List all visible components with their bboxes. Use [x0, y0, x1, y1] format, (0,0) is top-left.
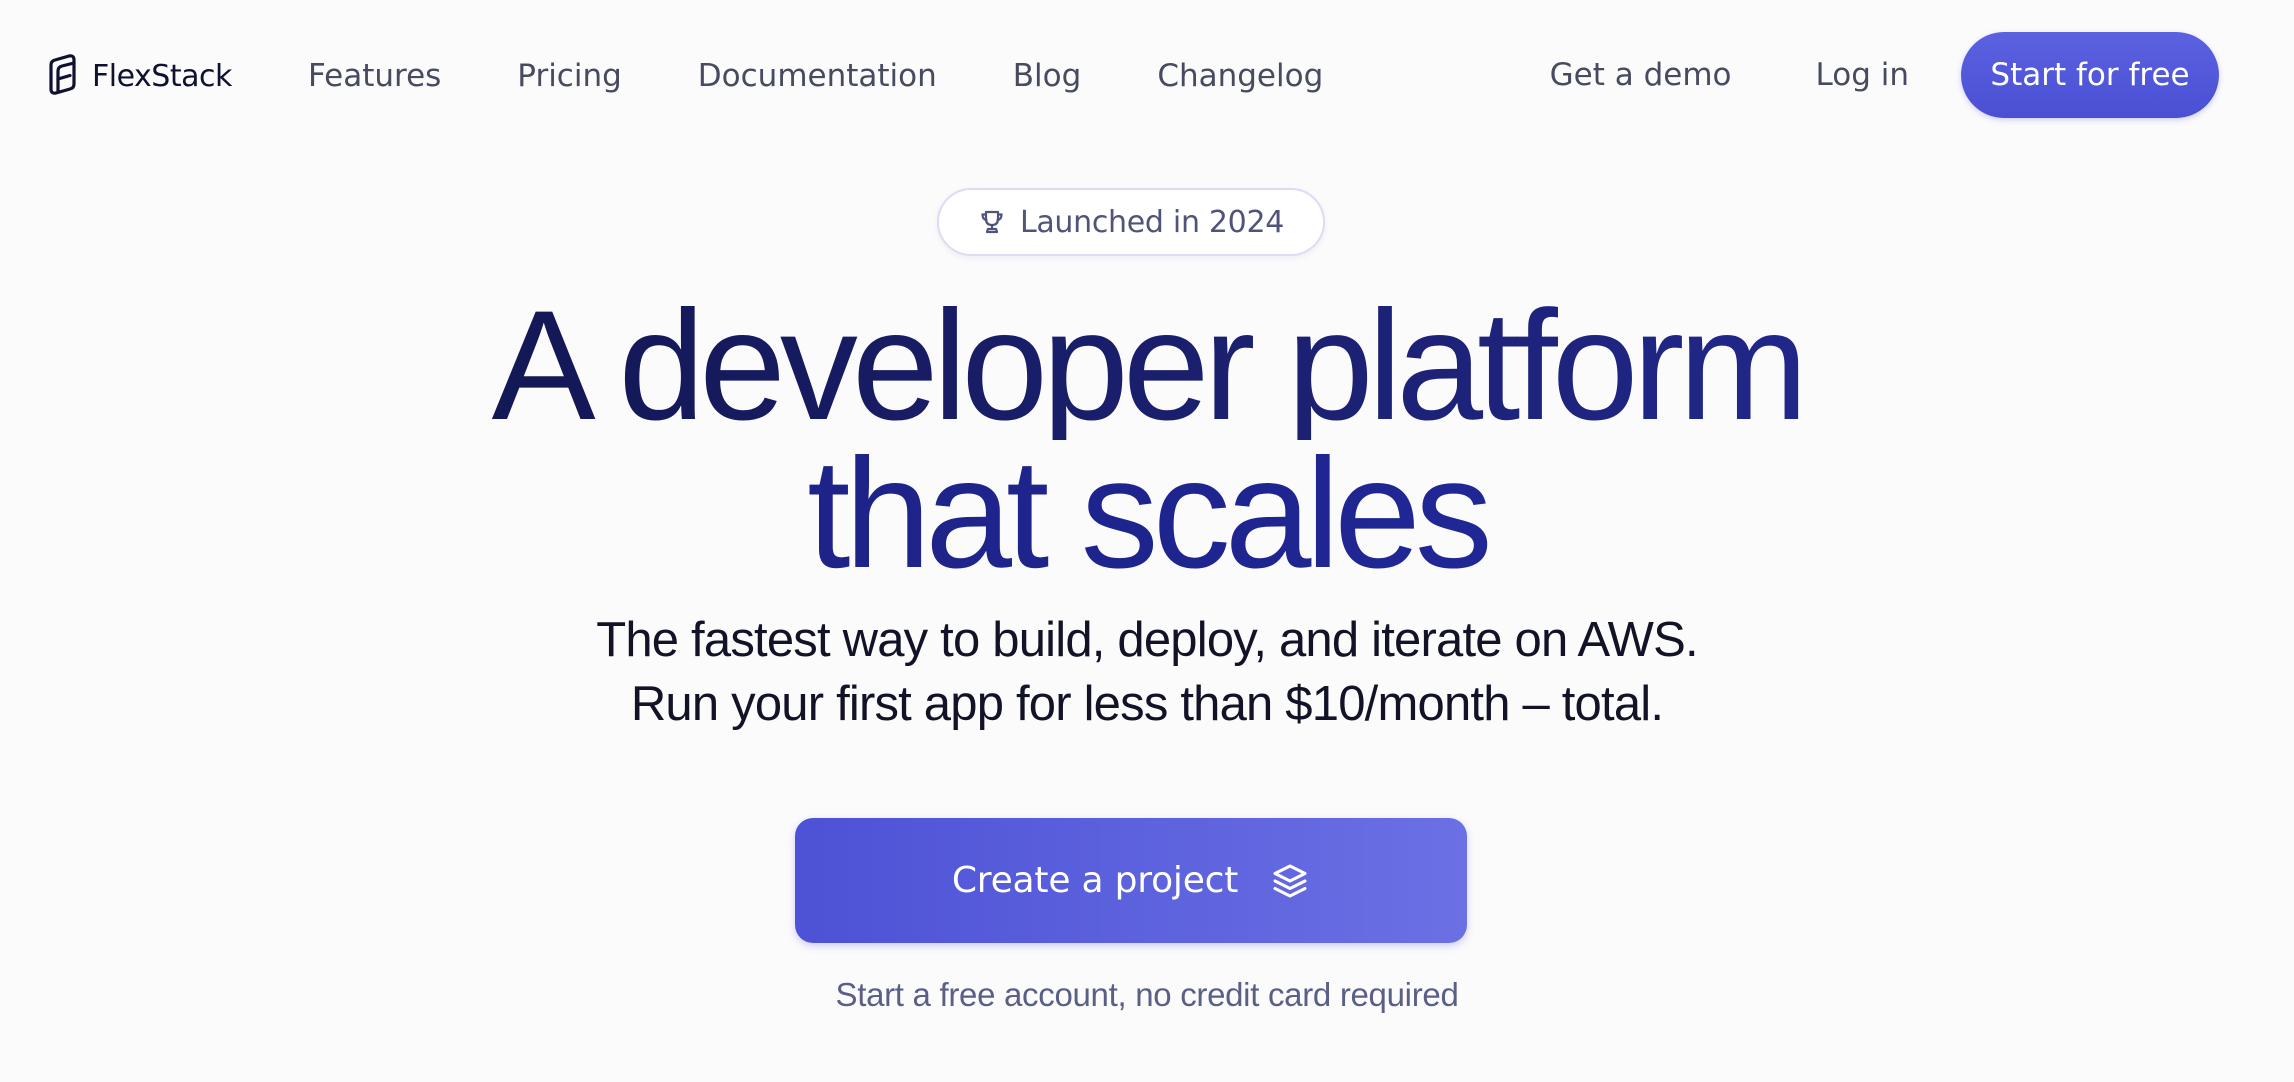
flexstack-logo-icon — [44, 54, 78, 98]
stack-layers-icon — [1270, 861, 1310, 901]
login-link[interactable]: Log in — [1816, 57, 1909, 93]
get-demo-link[interactable]: Get a demo — [1550, 57, 1732, 93]
top-nav: FlexStack Features Pricing Documentation… — [0, 0, 2294, 152]
nav-link-pricing[interactable]: Pricing — [517, 58, 622, 94]
nav-link-features[interactable]: Features — [308, 58, 441, 94]
launch-badge: Launched in 2024 — [937, 188, 1325, 256]
brand-logo-link[interactable]: FlexStack — [44, 50, 232, 102]
start-for-free-button[interactable]: Start for free — [1961, 32, 2219, 118]
create-project-button[interactable]: Create a project — [795, 818, 1467, 943]
create-project-label: Create a project — [951, 860, 1239, 901]
subheading-line-1: The fastest way to build, deploy, and it… — [596, 613, 1698, 667]
no-credit-card-note: Start a free account, no credit card req… — [835, 976, 1459, 1013]
headline-line-2: that scales — [0, 436, 2294, 592]
brand-name: FlexStack — [92, 58, 232, 94]
hero-subheading: The fastest way to build, deploy, and it… — [0, 608, 2294, 736]
hero-headline: A developer platform that scales — [0, 288, 2294, 592]
headline-line-1: A developer platform — [0, 288, 2294, 444]
primary-nav: Features Pricing Documentation Blog Chan… — [308, 50, 1323, 102]
nav-link-blog[interactable]: Blog — [1013, 58, 1082, 94]
landing-page: FlexStack Features Pricing Documentation… — [0, 0, 2294, 1082]
trophy-icon — [978, 208, 1006, 236]
nav-actions: Get a demo Log in Start for free — [1550, 32, 2219, 118]
nav-link-documentation[interactable]: Documentation — [698, 58, 937, 94]
nav-link-changelog[interactable]: Changelog — [1157, 58, 1323, 94]
subheading-line-2: Run your first app for less than $10/mon… — [630, 677, 1664, 731]
badge-text: Launched in 2024 — [1019, 204, 1285, 240]
